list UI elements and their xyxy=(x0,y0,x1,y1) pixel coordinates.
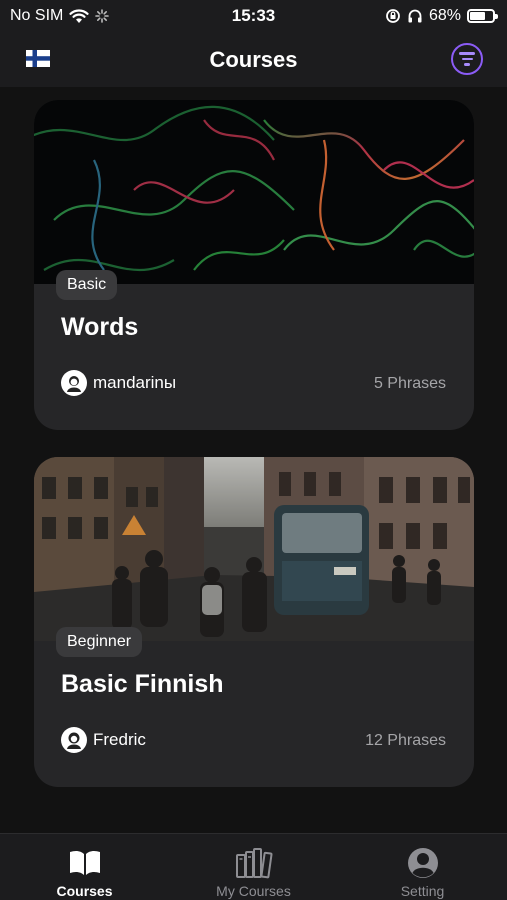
battery-fill xyxy=(470,12,485,20)
course-title: Basic Finnish xyxy=(61,670,224,698)
finland-flag-icon[interactable] xyxy=(26,50,50,67)
wifi-icon xyxy=(69,8,89,23)
filter-icon-line-mid xyxy=(461,57,473,61)
open-book-icon xyxy=(68,847,102,879)
course-author: Fredric xyxy=(61,727,146,753)
status-left: No SIM xyxy=(10,7,110,25)
page-title: Courses xyxy=(209,46,298,72)
battery-icon xyxy=(467,9,498,23)
phrase-count: 5 Phrases xyxy=(373,375,446,392)
tab-courses[interactable]: Courses xyxy=(20,847,150,899)
user-circle-icon xyxy=(407,847,439,879)
status-right: 68% xyxy=(385,7,498,25)
tab-label: My Courses xyxy=(216,883,291,899)
course-card[interactable]: Beginner Basic Finnish Fredric 12 Phrase… xyxy=(34,457,474,787)
tab-bar: Courses My Courses Setting xyxy=(0,833,507,900)
level-badge: Beginner xyxy=(56,627,143,657)
tab-label: Setting xyxy=(400,883,445,899)
author-name: mandarinы xyxy=(93,373,177,392)
rotation-lock-icon xyxy=(386,9,400,23)
author-avatar-icon xyxy=(67,376,81,392)
filter-icon-line-top xyxy=(459,52,475,55)
course-cover-image xyxy=(34,457,474,641)
tab-setting[interactable]: Setting xyxy=(358,847,488,899)
status-bar: No SIM 15:33 68% xyxy=(0,0,507,32)
avatar xyxy=(61,370,87,396)
tab-label: Courses xyxy=(56,883,113,899)
avatar xyxy=(61,727,87,753)
loading-spinner-icon xyxy=(95,9,110,23)
nav-header: Courses xyxy=(0,32,507,87)
battery-percent: 68% xyxy=(428,7,461,24)
headphones-icon xyxy=(408,9,422,23)
author-name: Fredric xyxy=(93,730,146,749)
course-list[interactable]: Basic Words mandarinы 5 Phrases Beginner… xyxy=(0,87,507,833)
tab-my-courses[interactable]: My Courses xyxy=(189,847,319,899)
phrase-count: 12 Phrases xyxy=(365,732,446,749)
level-badge: Basic xyxy=(56,270,118,300)
filter-icon-line-bottom xyxy=(464,63,470,66)
course-title: Words xyxy=(61,313,139,341)
course-card[interactable]: Basic Words mandarinы 5 Phrases xyxy=(34,100,474,430)
course-author: mandarinы xyxy=(61,370,176,396)
author-avatar-icon xyxy=(67,732,81,749)
bookshelf-icon xyxy=(235,847,273,879)
course-cover-image xyxy=(34,100,474,284)
carrier-label: No SIM xyxy=(10,7,64,24)
filter-button[interactable] xyxy=(451,43,483,75)
